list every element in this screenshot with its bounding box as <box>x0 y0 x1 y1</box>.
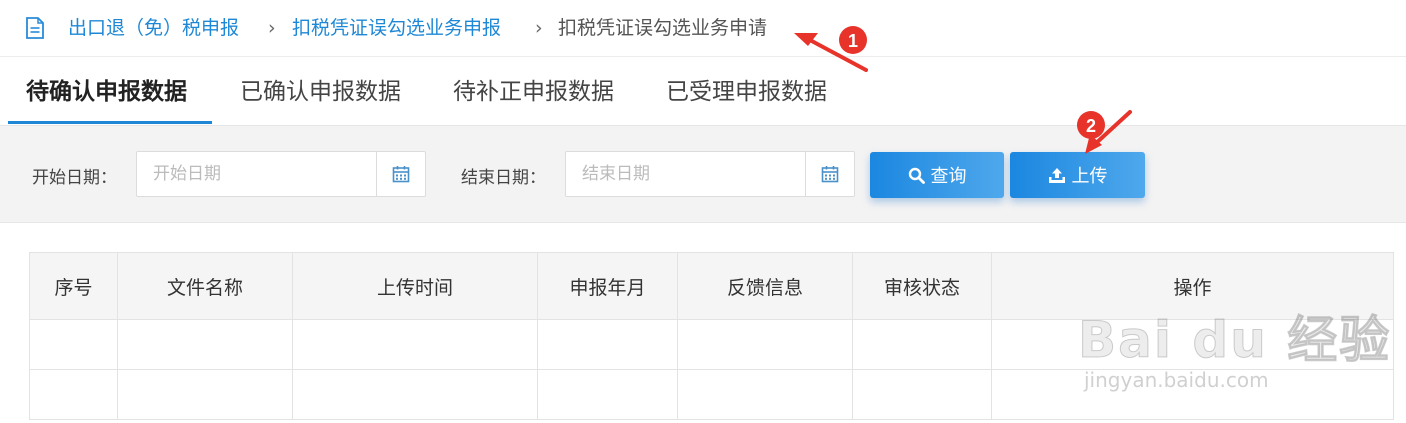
table-header-row: 序号 文件名称 上传时间 申报年月 反馈信息 审核状态 操作 <box>29 252 1394 320</box>
table-cell <box>991 319 1394 370</box>
end-date-label: 结束日期： <box>461 168 546 188</box>
table-cell <box>991 369 1394 420</box>
col-header-upload-time: 上传时间 <box>292 252 538 320</box>
calendar-icon <box>821 166 839 183</box>
breadcrumb-item-declaration[interactable]: 扣税凭证误勾选业务申报 <box>292 16 501 40</box>
tab-bar: 待确认申报数据 已确认申报数据 待补正申报数据 已受理申报数据 <box>0 57 1406 125</box>
tab-pending-correction[interactable]: 待补正申报数据 <box>453 77 614 107</box>
table-row <box>29 369 1394 420</box>
query-button[interactable]: 查询 <box>870 152 1004 198</box>
table-row <box>29 319 1394 370</box>
start-date-label: 开始日期： <box>32 168 117 188</box>
table-cell <box>537 319 678 370</box>
table-cell <box>117 319 293 370</box>
breadcrumb-separator: › <box>268 17 276 39</box>
col-header-file-name: 文件名称 <box>117 252 293 320</box>
end-date-input[interactable] <box>566 152 806 196</box>
tab-pending-confirmation[interactable]: 待确认申报数据 <box>26 77 187 107</box>
table-cell <box>292 369 538 420</box>
table-cell <box>29 369 118 420</box>
table-cell <box>117 369 293 420</box>
table-cell <box>677 319 853 370</box>
col-header-declaration-month: 申报年月 <box>537 252 678 320</box>
calendar-icon <box>392 166 410 183</box>
col-header-index: 序号 <box>29 252 118 320</box>
breadcrumb: 出口退（免）税申报 › 扣税凭证误勾选业务申报 › 扣税凭证误勾选业务申请 <box>0 0 1406 57</box>
table-cell <box>29 319 118 370</box>
end-date-picker <box>565 151 855 197</box>
breadcrumb-item-current: 扣税凭证误勾选业务申请 <box>558 17 768 39</box>
upload-button-label: 上传 <box>1071 166 1108 187</box>
start-date-calendar-button[interactable] <box>376 152 425 196</box>
col-header-feedback: 反馈信息 <box>677 252 853 320</box>
search-icon <box>908 167 925 184</box>
query-button-label: 查询 <box>930 166 967 187</box>
table-cell <box>292 319 538 370</box>
table-cell <box>852 319 992 370</box>
col-header-actions: 操作 <box>991 252 1394 320</box>
upload-icon <box>1048 167 1065 183</box>
active-tab-indicator <box>8 121 212 124</box>
table-cell <box>677 369 853 420</box>
breadcrumb-separator: › <box>535 17 543 39</box>
breadcrumb-item-export-tax[interactable]: 出口退（免）税申报 <box>68 16 239 40</box>
tab-accepted[interactable]: 已受理申报数据 <box>666 77 827 107</box>
end-date-calendar-button[interactable] <box>805 152 854 196</box>
table-cell <box>852 369 992 420</box>
declaration-table: 序号 文件名称 上传时间 申报年月 反馈信息 审核状态 操作 <box>29 252 1394 420</box>
upload-button[interactable]: 上传 <box>1010 152 1145 198</box>
table-cell <box>537 369 678 420</box>
document-icon <box>26 17 44 39</box>
start-date-input[interactable] <box>137 152 377 196</box>
filter-bar: 开始日期： 结束日期： <box>0 125 1406 223</box>
col-header-review-status: 审核状态 <box>852 252 992 320</box>
tab-confirmed[interactable]: 已确认申报数据 <box>240 77 401 107</box>
start-date-picker <box>136 151 426 197</box>
